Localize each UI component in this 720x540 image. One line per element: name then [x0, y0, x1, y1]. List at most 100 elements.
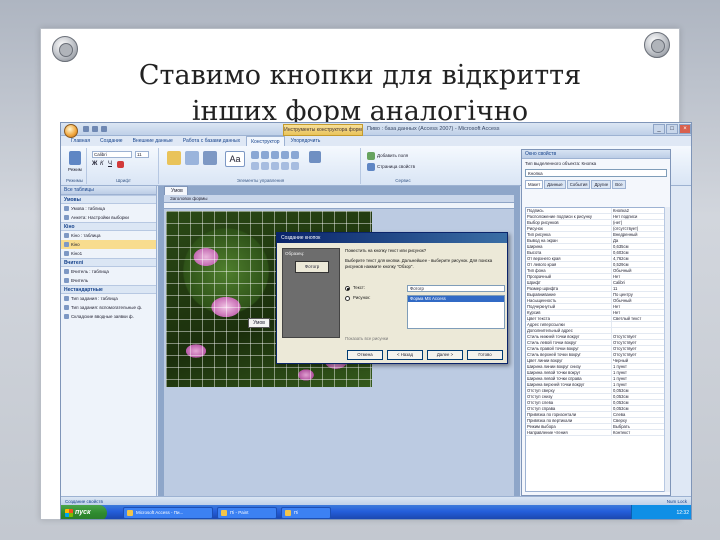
- property-value[interactable]: Выбрать: [612, 424, 664, 429]
- nav-item[interactable]: Тип задания : таблица: [61, 294, 156, 303]
- property-value[interactable]: 0,053см: [612, 388, 664, 393]
- property-value[interactable]: Светлый текст: [612, 316, 664, 321]
- property-value[interactable]: 0,053см: [612, 394, 664, 399]
- title-icon[interactable]: [185, 151, 199, 165]
- add-fields-icon[interactable]: [367, 152, 375, 160]
- font-name-select[interactable]: Calibri: [92, 151, 132, 158]
- show-all-pictures-checkbox[interactable]: Показать все рисунки: [345, 336, 388, 341]
- taskbar-button[interactable]: Пі - Paint: [217, 507, 277, 519]
- undo-icon[interactable]: [92, 126, 98, 132]
- tab-data[interactable]: Данные: [544, 180, 566, 189]
- property-value[interactable]: 11: [612, 286, 664, 291]
- taskbar-button[interactable]: Пі: [281, 507, 331, 519]
- next-button[interactable]: Далее >: [427, 350, 463, 360]
- tab-arrange[interactable]: Упорядочить: [287, 136, 325, 146]
- cancel-button[interactable]: Отмена: [347, 350, 383, 360]
- nav-group[interactable]: Умовы: [61, 195, 156, 204]
- property-value[interactable]: Calibri: [612, 280, 664, 285]
- list-control-icon[interactable]: [271, 151, 279, 159]
- button-text-input[interactable]: Фотогр: [407, 285, 505, 292]
- property-value[interactable]: Слева: [612, 412, 664, 417]
- property-value[interactable]: Отсутствует: [612, 352, 664, 357]
- property-value[interactable]: Контекст: [612, 430, 664, 435]
- property-value[interactable]: Нет: [612, 310, 664, 315]
- nav-item[interactable]: Кіно1: [61, 249, 156, 258]
- underline-button[interactable]: Ч: [108, 161, 112, 167]
- tab-database-tools[interactable]: Работа с базами данных: [179, 136, 244, 146]
- property-value[interactable]: Отсутствует: [612, 340, 664, 345]
- property-value[interactable]: Обычный: [612, 268, 664, 273]
- property-value[interactable]: Черный: [612, 358, 664, 363]
- nav-item[interactable]: Умова : таблица: [61, 204, 156, 213]
- combo-control-icon[interactable]: [261, 151, 269, 159]
- save-icon[interactable]: [83, 126, 89, 132]
- property-value[interactable]: 0,635см: [612, 244, 664, 249]
- finish-button[interactable]: Готово: [467, 350, 503, 360]
- tab-home[interactable]: Главная: [67, 136, 94, 146]
- property-value[interactable]: 0,603см: [612, 250, 664, 255]
- image-control-icon[interactable]: [251, 162, 259, 170]
- label-aa-icon[interactable]: Aa: [225, 151, 245, 167]
- back-button[interactable]: < Назад: [387, 350, 423, 360]
- taskbar-button[interactable]: Microsoft Access - Пи...: [123, 507, 213, 519]
- document-tab[interactable]: Умов: [164, 186, 188, 195]
- object-selector[interactable]: Кнопка: [525, 169, 667, 177]
- property-value[interactable]: 0,053см: [612, 406, 664, 411]
- font-color-icon[interactable]: [117, 161, 124, 168]
- logo-icon[interactable]: [167, 151, 181, 165]
- property-value[interactable]: Отсутствует: [612, 334, 664, 339]
- form-header-band[interactable]: Заголовок формы: [164, 195, 514, 203]
- property-value[interactable]: 0,529см: [612, 262, 664, 267]
- picture-list[interactable]: Форма MS Access: [407, 295, 505, 329]
- subform-control-icon[interactable]: [291, 162, 299, 170]
- tab-control-icon[interactable]: [281, 162, 289, 170]
- rectangle-control-icon[interactable]: [271, 162, 279, 170]
- property-value[interactable]: 1 пункт: [612, 382, 664, 387]
- tab-all[interactable]: Все: [612, 180, 626, 189]
- nav-item[interactable]: Тип задания: вспомогательные ф.: [61, 303, 156, 312]
- property-sheet-icon[interactable]: [367, 163, 375, 171]
- property-value[interactable]: Внедренный: [612, 232, 664, 237]
- tab-events[interactable]: События: [566, 180, 591, 189]
- close-button[interactable]: ×: [679, 124, 691, 134]
- property-value[interactable]: Отсутствует: [612, 346, 664, 351]
- tab-create[interactable]: Создание: [96, 136, 127, 146]
- font-size-select[interactable]: 11: [135, 151, 149, 158]
- property-value[interactable]: Нет: [612, 304, 664, 309]
- property-value[interactable]: 1 пункт: [612, 376, 664, 381]
- property-value[interactable]: (отсутствует): [612, 226, 664, 231]
- minimize-button[interactable]: _: [653, 124, 665, 134]
- property-value[interactable]: Да: [612, 238, 664, 243]
- view-icon[interactable]: [69, 151, 81, 165]
- nav-item[interactable]: Анкета: Настройки выборки: [61, 213, 156, 222]
- line-control-icon[interactable]: [261, 162, 269, 170]
- tab-layout[interactable]: Макет: [525, 180, 544, 189]
- use-wizard-icon[interactable]: [309, 151, 321, 163]
- tab-external-data[interactable]: Внешние данные: [129, 136, 177, 146]
- bold-button[interactable]: Ж: [92, 161, 97, 167]
- nav-item[interactable]: Кіно: [61, 240, 156, 249]
- property-value[interactable]: [612, 322, 664, 327]
- nav-group[interactable]: Кіно: [61, 222, 156, 231]
- nav-item[interactable]: Вчитель: [61, 276, 156, 285]
- page-number-icon[interactable]: [203, 151, 217, 165]
- property-value[interactable]: Обычный: [612, 298, 664, 303]
- tab-design[interactable]: Конструктор: [246, 136, 285, 146]
- nav-item[interactable]: Складские вводные заявки ф.: [61, 312, 156, 321]
- redo-icon[interactable]: [101, 126, 107, 132]
- add-fields-button[interactable]: Добавить поля: [377, 153, 408, 158]
- text-radio[interactable]: [345, 286, 350, 291]
- property-value[interactable]: 4,762см: [612, 256, 664, 261]
- property-row[interactable]: Направление чтения Контекст: [526, 430, 664, 436]
- italic-button[interactable]: К: [100, 161, 104, 167]
- start-button[interactable]: пуск: [61, 505, 107, 519]
- tab-other[interactable]: Другие: [591, 180, 612, 189]
- property-value[interactable]: Кнопка2: [612, 208, 664, 213]
- property-value[interactable]: (нет): [612, 220, 664, 225]
- property-value[interactable]: [612, 328, 664, 333]
- checkbox-control-icon[interactable]: [281, 151, 289, 159]
- property-value[interactable]: Нет подписи: [612, 214, 664, 219]
- property-value[interactable]: По центру: [612, 292, 664, 297]
- picture-list-item[interactable]: Форма MS Access: [408, 296, 504, 302]
- picture-radio[interactable]: [345, 296, 350, 301]
